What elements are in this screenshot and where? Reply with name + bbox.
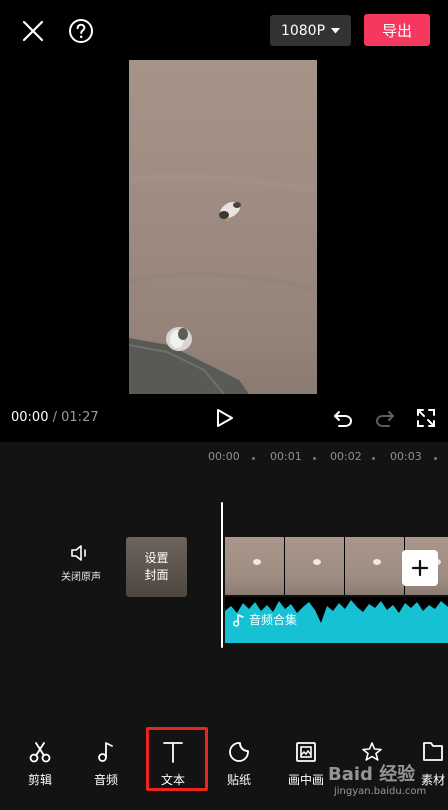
video-frame (129, 60, 317, 394)
music-note-icon (233, 613, 244, 627)
watermark-main: Baid 经验 (328, 764, 416, 785)
mute-label: 关闭原声 (61, 572, 101, 583)
ruler-tick: 00:01 (270, 450, 302, 463)
tool-label: 贴纸 (226, 773, 251, 787)
audio-track-label: 音频合集 (233, 611, 297, 628)
tool-sticker[interactable]: 贴纸 (209, 740, 269, 792)
set-cover-button[interactable]: 设置 封面 (126, 537, 187, 597)
resolution-label: 1080P (280, 22, 326, 39)
tool-picture-in-picture[interactable]: 画中画 (276, 740, 336, 792)
export-button[interactable]: 导出 (364, 14, 430, 46)
duck (219, 201, 241, 222)
tool-label: 文本 (160, 773, 185, 787)
clip-thumbnail (345, 537, 405, 595)
cover-label-line1: 设置 (144, 551, 169, 565)
tool-audio[interactable]: 音频 (76, 740, 136, 792)
cover-label-line2: 封面 (144, 568, 169, 582)
video-content (129, 173, 317, 394)
clip-thumbnail (285, 537, 345, 595)
mute-original-audio-button[interactable]: 关闭原声 (56, 544, 106, 590)
help-button[interactable] (66, 16, 96, 46)
watermark-sub: jingyan.baidu.com (334, 786, 427, 797)
sticker-icon (229, 742, 249, 762)
video-preview-area (0, 60, 448, 396)
current-time: 00:00 (11, 410, 49, 425)
fullscreen-button[interactable] (413, 405, 439, 431)
time-display: 00:00 / 01:27 (11, 410, 99, 425)
undo-icon (334, 411, 353, 427)
scissors-icon (29, 742, 51, 763)
undo-button[interactable] (330, 405, 356, 431)
tool-label: 画中画 (287, 773, 324, 787)
music-note-icon (98, 742, 113, 762)
speaker-icon (71, 545, 86, 561)
close-icon (22, 20, 44, 42)
picture-in-picture-icon (296, 742, 316, 762)
play-icon (217, 409, 233, 427)
audio-track[interactable]: 音频合集 (225, 597, 448, 643)
fullscreen-icon (417, 409, 435, 427)
clip-thumbnail (225, 537, 285, 595)
audio-track-title: 音频合集 (249, 613, 298, 627)
ruler-tick: 00:03 (390, 450, 422, 463)
tool-text[interactable]: 文本 (143, 740, 203, 792)
ruler-dot (313, 457, 316, 460)
play-button[interactable] (210, 404, 238, 432)
ruler-dot (252, 457, 255, 460)
tool-edit[interactable]: 剪辑 (10, 740, 70, 792)
redo-icon (375, 411, 394, 427)
playhead[interactable] (221, 502, 223, 648)
bird-on-ledge (166, 327, 192, 351)
ruler-tick: 00:00 (208, 450, 240, 463)
caret-down-icon (331, 27, 341, 33)
top-bar: 1080P 导出 (0, 0, 448, 60)
time-separator: / (52, 410, 57, 425)
total-time: 01:27 (61, 410, 99, 425)
text-icon (163, 742, 183, 763)
redo-button[interactable] (372, 405, 398, 431)
tool-label: 音频 (93, 773, 118, 787)
add-clip-button[interactable] (402, 550, 438, 586)
playback-controls: 00:00 / 01:27 (0, 396, 448, 442)
close-button[interactable] (18, 16, 48, 46)
time-ruler: 00:00 00:01 00:02 00:03 (0, 450, 448, 468)
timeline-panel[interactable]: 00:00 00:01 00:02 00:03 关闭原声 设置 封面 音频合集 (0, 442, 448, 720)
ruler-dot (372, 457, 375, 460)
watermark: Baid 经验 jingyan.baidu.com (328, 758, 448, 806)
ruler-tick: 00:02 (330, 450, 362, 463)
plus-icon (411, 559, 429, 577)
help-icon (69, 19, 93, 43)
ruler-dot (434, 457, 437, 460)
resolution-dropdown[interactable]: 1080P (270, 15, 351, 46)
tool-label: 剪辑 (27, 773, 52, 787)
